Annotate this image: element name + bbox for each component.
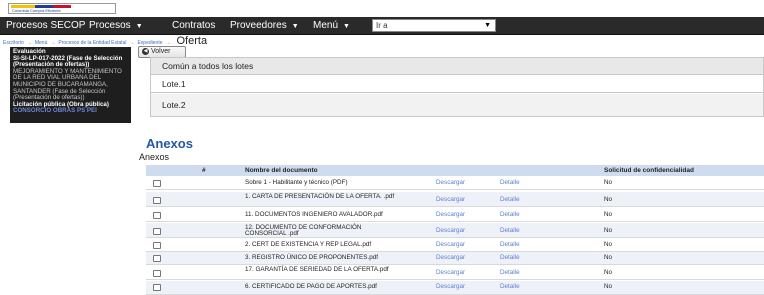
bidder-name[interactable]: CONSORCIO OBRAS PS PEI <box>13 108 128 115</box>
document-name: 11. DOCUMENTOS INGENIERO AVALADOR.pdf <box>245 211 383 218</box>
arrow-right-icon: → <box>129 40 135 46</box>
descargar-link[interactable]: Descargar <box>436 281 465 293</box>
breadcrumb-procesos[interactable]: Procesos de la Entidad Estatal <box>58 40 126 46</box>
table-row: 6. CERTIFICADO DE PAGO DE APORTES.pdf De… <box>146 281 764 295</box>
lote-row-2[interactable]: Lote.2 <box>151 94 763 116</box>
descargar-link[interactable]: Descargar <box>436 252 465 264</box>
anexos-section-title: Anexos <box>146 136 193 151</box>
column-header-number: # <box>202 167 206 174</box>
chevron-down-icon: ▼ <box>135 23 143 30</box>
ir-a-select[interactable]: Ir a ▼ <box>372 19 496 32</box>
column-header-solicitud: Solicitud de confidencialidad <box>604 167 694 174</box>
breadcrumb-menu[interactable]: Menú <box>35 40 48 46</box>
detalle-link[interactable]: Detalle <box>500 239 520 251</box>
table-row: 12. DOCUMENTO DE CONFORMACIÓN CONSORCIAL… <box>146 223 764 238</box>
arrow-right-icon: → <box>50 40 56 46</box>
process-id: SI-SI-LP-017-2022 (Fase de Selección (Pr… <box>13 54 123 69</box>
nav-menu[interactable]: Menú ▼ <box>313 17 350 34</box>
chevron-down-icon: ▼ <box>343 23 350 30</box>
nav-procesos-menu[interactable]: Procesos ▼ <box>89 17 143 34</box>
descargar-link[interactable]: Descargar <box>436 209 465 221</box>
row-checkbox[interactable] <box>153 284 161 291</box>
row-checkbox[interactable] <box>153 228 161 235</box>
chevron-down-icon: ▼ <box>484 22 491 29</box>
chevron-down-icon: ▼ <box>291 23 299 30</box>
table-row: 3. REGISTRO ÚNICO DE PROPONENTES.pdf Des… <box>146 252 764 265</box>
table-row: 2. CERT DE EXISTENCIA Y REP LEGAL.pdf De… <box>146 239 764 252</box>
back-arrow-icon: ◀ <box>142 47 149 55</box>
document-name: 1. CARTA DE PRESENTACIÓN DE LA OFERTA. .… <box>245 193 395 200</box>
document-name: 3. REGISTRO ÚNICO DE PROPONENTES.pdf <box>245 254 378 261</box>
lote-row-comun[interactable]: Común a todos los lotes <box>151 58 763 75</box>
nav-procesos-secop[interactable]: Procesos SECOP <box>6 17 85 34</box>
descargar-link[interactable]: Descargar <box>436 267 465 279</box>
document-name: 6. CERTIFICADO DE PAGO DE APORTES.pdf <box>245 283 377 290</box>
anexos-table-header: # Nombre del documento Solicitud de conf… <box>146 165 764 176</box>
detalle-link[interactable]: Detalle <box>500 194 520 206</box>
confidencialidad-value: No <box>604 241 613 248</box>
logo-text: Colombia Compra Eficiente <box>12 8 61 13</box>
table-row: 1. CARTA DE PRESENTACIÓN DE LA OFERTA. .… <box>146 192 764 207</box>
confidencialidad-value: No <box>604 283 613 290</box>
document-name: 17. GARANTÍA DE SERIEDAD DE LA OFERTA.pd… <box>245 266 389 273</box>
lotes-list: Común a todos los lotes Lote.1 Lote.2 <box>150 57 764 117</box>
detalle-link[interactable]: Detalle <box>500 281 520 293</box>
descargar-link[interactable]: Descargar <box>436 239 465 251</box>
detalle-link[interactable]: Detalle <box>500 209 520 221</box>
colombia-compra-logo: Colombia Compra Eficiente <box>8 3 116 14</box>
descargar-link[interactable]: Descargar <box>436 177 465 189</box>
anexos-subtitle: Anexos <box>139 152 170 162</box>
detalle-link[interactable]: Detalle <box>500 267 520 279</box>
process-summary-panel: Evaluación SI-SI-LP-017-2022 (Fase de Se… <box>10 47 131 123</box>
confidencialidad-value: No <box>604 211 613 218</box>
row-checkbox[interactable] <box>153 212 161 219</box>
table-row: Sobre 1 - Habilitante y técnico (PDF) De… <box>146 177 764 190</box>
arrow-right-icon: → <box>26 40 32 46</box>
document-name: 12. DOCUMENTO DE CONFORMACIÓN CONSORCIAL… <box>245 224 362 237</box>
lote-row-1[interactable]: Lote.1 <box>151 76 763 93</box>
table-row: 11. DOCUMENTOS INGENIERO AVALADOR.pdf De… <box>146 209 764 222</box>
row-checkbox[interactable] <box>153 242 161 249</box>
descargar-link[interactable]: Descargar <box>436 225 465 237</box>
document-name: Sobre 1 - Habilitante y técnico (PDF) <box>245 179 348 186</box>
confidencialidad-value: No <box>604 269 613 276</box>
top-navigation: Procesos SECOP Procesos ▼ Contratos Prove… <box>0 17 764 35</box>
column-header-nombre: Nombre del documento <box>245 167 318 174</box>
row-checkbox[interactable] <box>153 255 161 262</box>
row-checkbox[interactable] <box>153 270 161 277</box>
breadcrumb-escritorio[interactable]: Escritorio <box>3 40 24 46</box>
descargar-link[interactable]: Descargar <box>436 194 465 206</box>
document-name: 2. CERT DE EXISTENCIA Y REP LEGAL.pdf <box>245 241 372 248</box>
nav-proveedores-menu[interactable]: Proveedores ▼ <box>230 17 299 34</box>
confidencialidad-value: No <box>604 196 613 203</box>
nav-contratos[interactable]: Contratos <box>172 17 215 34</box>
row-checkbox[interactable] <box>153 197 161 204</box>
detalle-link[interactable]: Detalle <box>500 225 520 237</box>
row-checkbox[interactable] <box>153 180 161 187</box>
detalle-link[interactable]: Detalle <box>500 252 520 264</box>
process-description: MEJORAMIENTO Y MANTENIMIENTO DE LA RED V… <box>13 67 122 102</box>
confidencialidad-value: No <box>604 179 613 186</box>
confidencialidad-value: No <box>604 227 613 234</box>
table-row: 17. GARANTÍA DE SERIEDAD DE LA OFERTA.pd… <box>146 265 764 280</box>
detalle-link[interactable]: Detalle <box>500 177 520 189</box>
confidencialidad-value: No <box>604 254 613 261</box>
